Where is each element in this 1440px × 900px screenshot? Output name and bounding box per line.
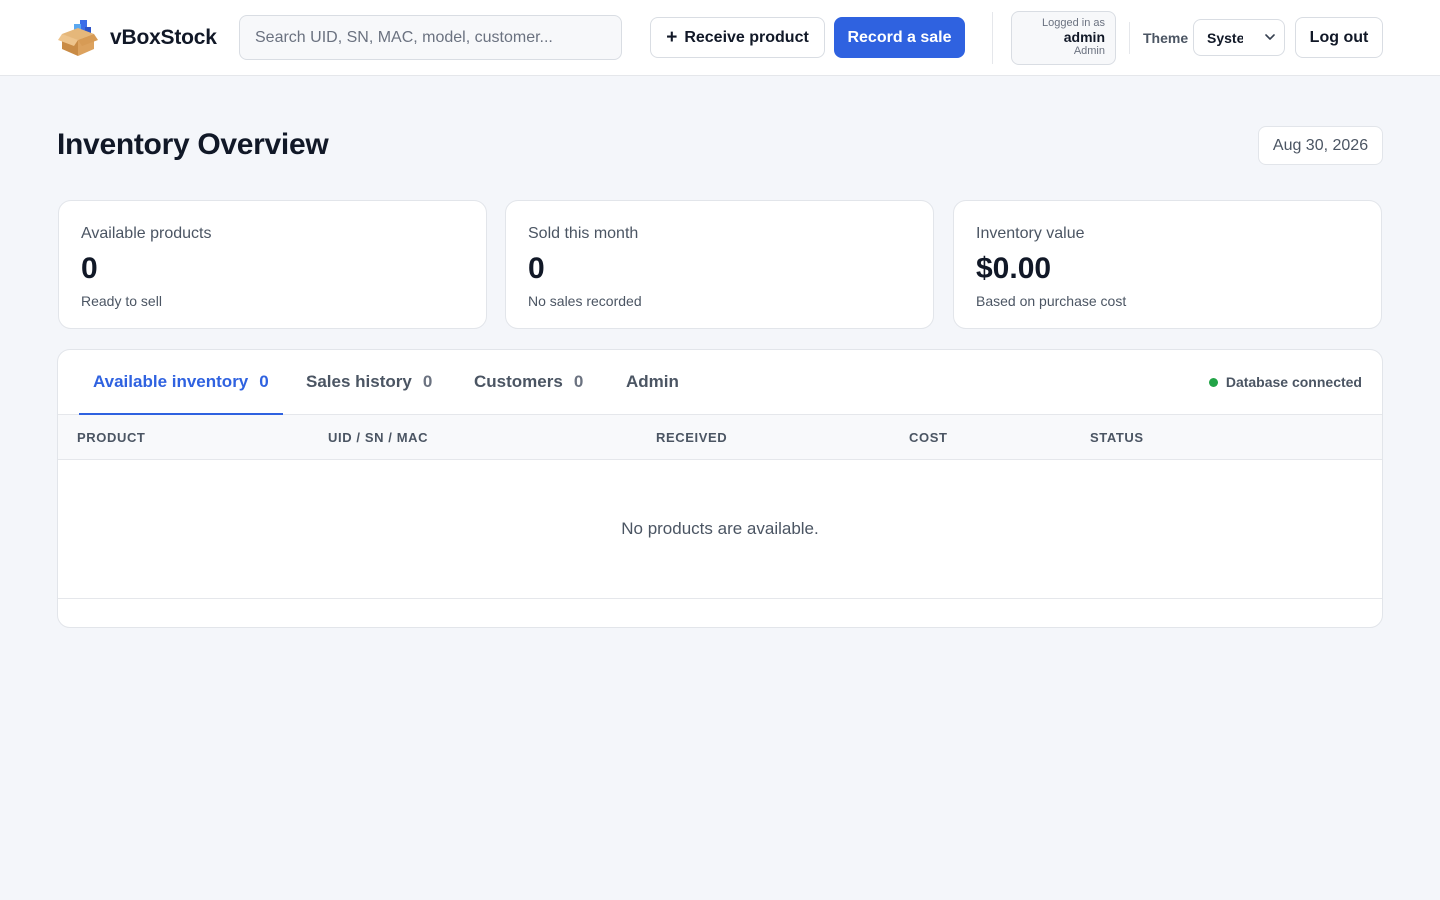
plus-icon: + (666, 27, 678, 48)
stat-value: $0.00 (976, 252, 1052, 285)
theme-label: Theme (1143, 30, 1189, 46)
top-bar: vBoxStock + Receive product Record a sal… (0, 0, 1440, 76)
tab-count: 0 (573, 372, 584, 391)
stat-card-inventory-value: Inventory value $0.00 Based on purchase … (953, 200, 1382, 329)
column-header-product[interactable]: PRODUCT (77, 430, 145, 445)
theme-select-value: System (1207, 29, 1243, 46)
tab-available-inventory[interactable]: Available inventory 0 (79, 350, 283, 415)
stat-card-available: Available products 0 Ready to sell (58, 200, 487, 329)
tab-label: Available inventory (93, 372, 249, 391)
tab-count: 0 (422, 372, 433, 391)
record-sale-button[interactable]: Record a sale (834, 17, 965, 58)
stat-label: Inventory value (976, 225, 1085, 242)
database-status-label: Database connected (1225, 374, 1362, 390)
database-status: Database connected (1208, 374, 1362, 390)
inventory-panel: Available inventory 0 Sales history 0 Cu… (57, 349, 1383, 628)
username: admin (1063, 29, 1105, 45)
column-header-cost[interactable]: COST (909, 430, 948, 445)
header-divider (1129, 22, 1130, 54)
stat-value: 0 (528, 252, 545, 285)
tab-label: Sales history (306, 372, 412, 391)
empty-state-message: No products are available. (58, 460, 1382, 599)
tab-label: Customers (474, 372, 563, 391)
user-role: Admin (1073, 45, 1105, 57)
app-name: vBoxStock (110, 26, 217, 49)
status-dot-icon (1208, 377, 1218, 387)
column-header-identifiers[interactable]: UID / SN / MAC (328, 430, 428, 445)
stat-subtext: Based on purchase cost (976, 293, 1127, 309)
logout-button[interactable]: Log out (1295, 17, 1383, 58)
tab-sales-history[interactable]: Sales history 0 (306, 350, 432, 414)
tab-admin[interactable]: Admin (626, 350, 679, 414)
stat-subtext: No sales recorded (528, 293, 642, 309)
column-header-received[interactable]: RECEIVED (656, 430, 727, 445)
brand[interactable]: vBoxStock (58, 18, 217, 58)
date-chip: Aug 30, 2026 (1258, 126, 1383, 165)
header-divider (992, 12, 993, 64)
chevron-down-icon (1264, 30, 1276, 42)
tab-label: Admin (626, 372, 679, 391)
receive-product-label: Receive product (684, 28, 809, 46)
tab-customers[interactable]: Customers 0 (474, 350, 583, 414)
stat-card-sold: Sold this month 0 No sales recorded (505, 200, 934, 329)
stat-label: Available products (81, 225, 212, 242)
box-logo-icon (58, 18, 98, 58)
stat-label: Sold this month (528, 225, 639, 242)
theme-select[interactable]: System (1193, 19, 1285, 56)
stat-subtext: Ready to sell (81, 293, 162, 309)
table-header: PRODUCT UID / SN / MAC RECEIVED COST STA… (58, 415, 1382, 460)
receive-product-button[interactable]: + Receive product (650, 17, 825, 58)
column-header-status[interactable]: STATUS (1090, 430, 1144, 445)
tab-bar: Available inventory 0 Sales history 0 Cu… (58, 350, 1382, 415)
tab-count: 0 (259, 372, 269, 391)
stat-value: 0 (81, 252, 98, 285)
search-input[interactable] (239, 15, 622, 60)
user-info: Logged in as admin Admin (1011, 11, 1116, 65)
page-title: Inventory Overview (57, 128, 329, 161)
